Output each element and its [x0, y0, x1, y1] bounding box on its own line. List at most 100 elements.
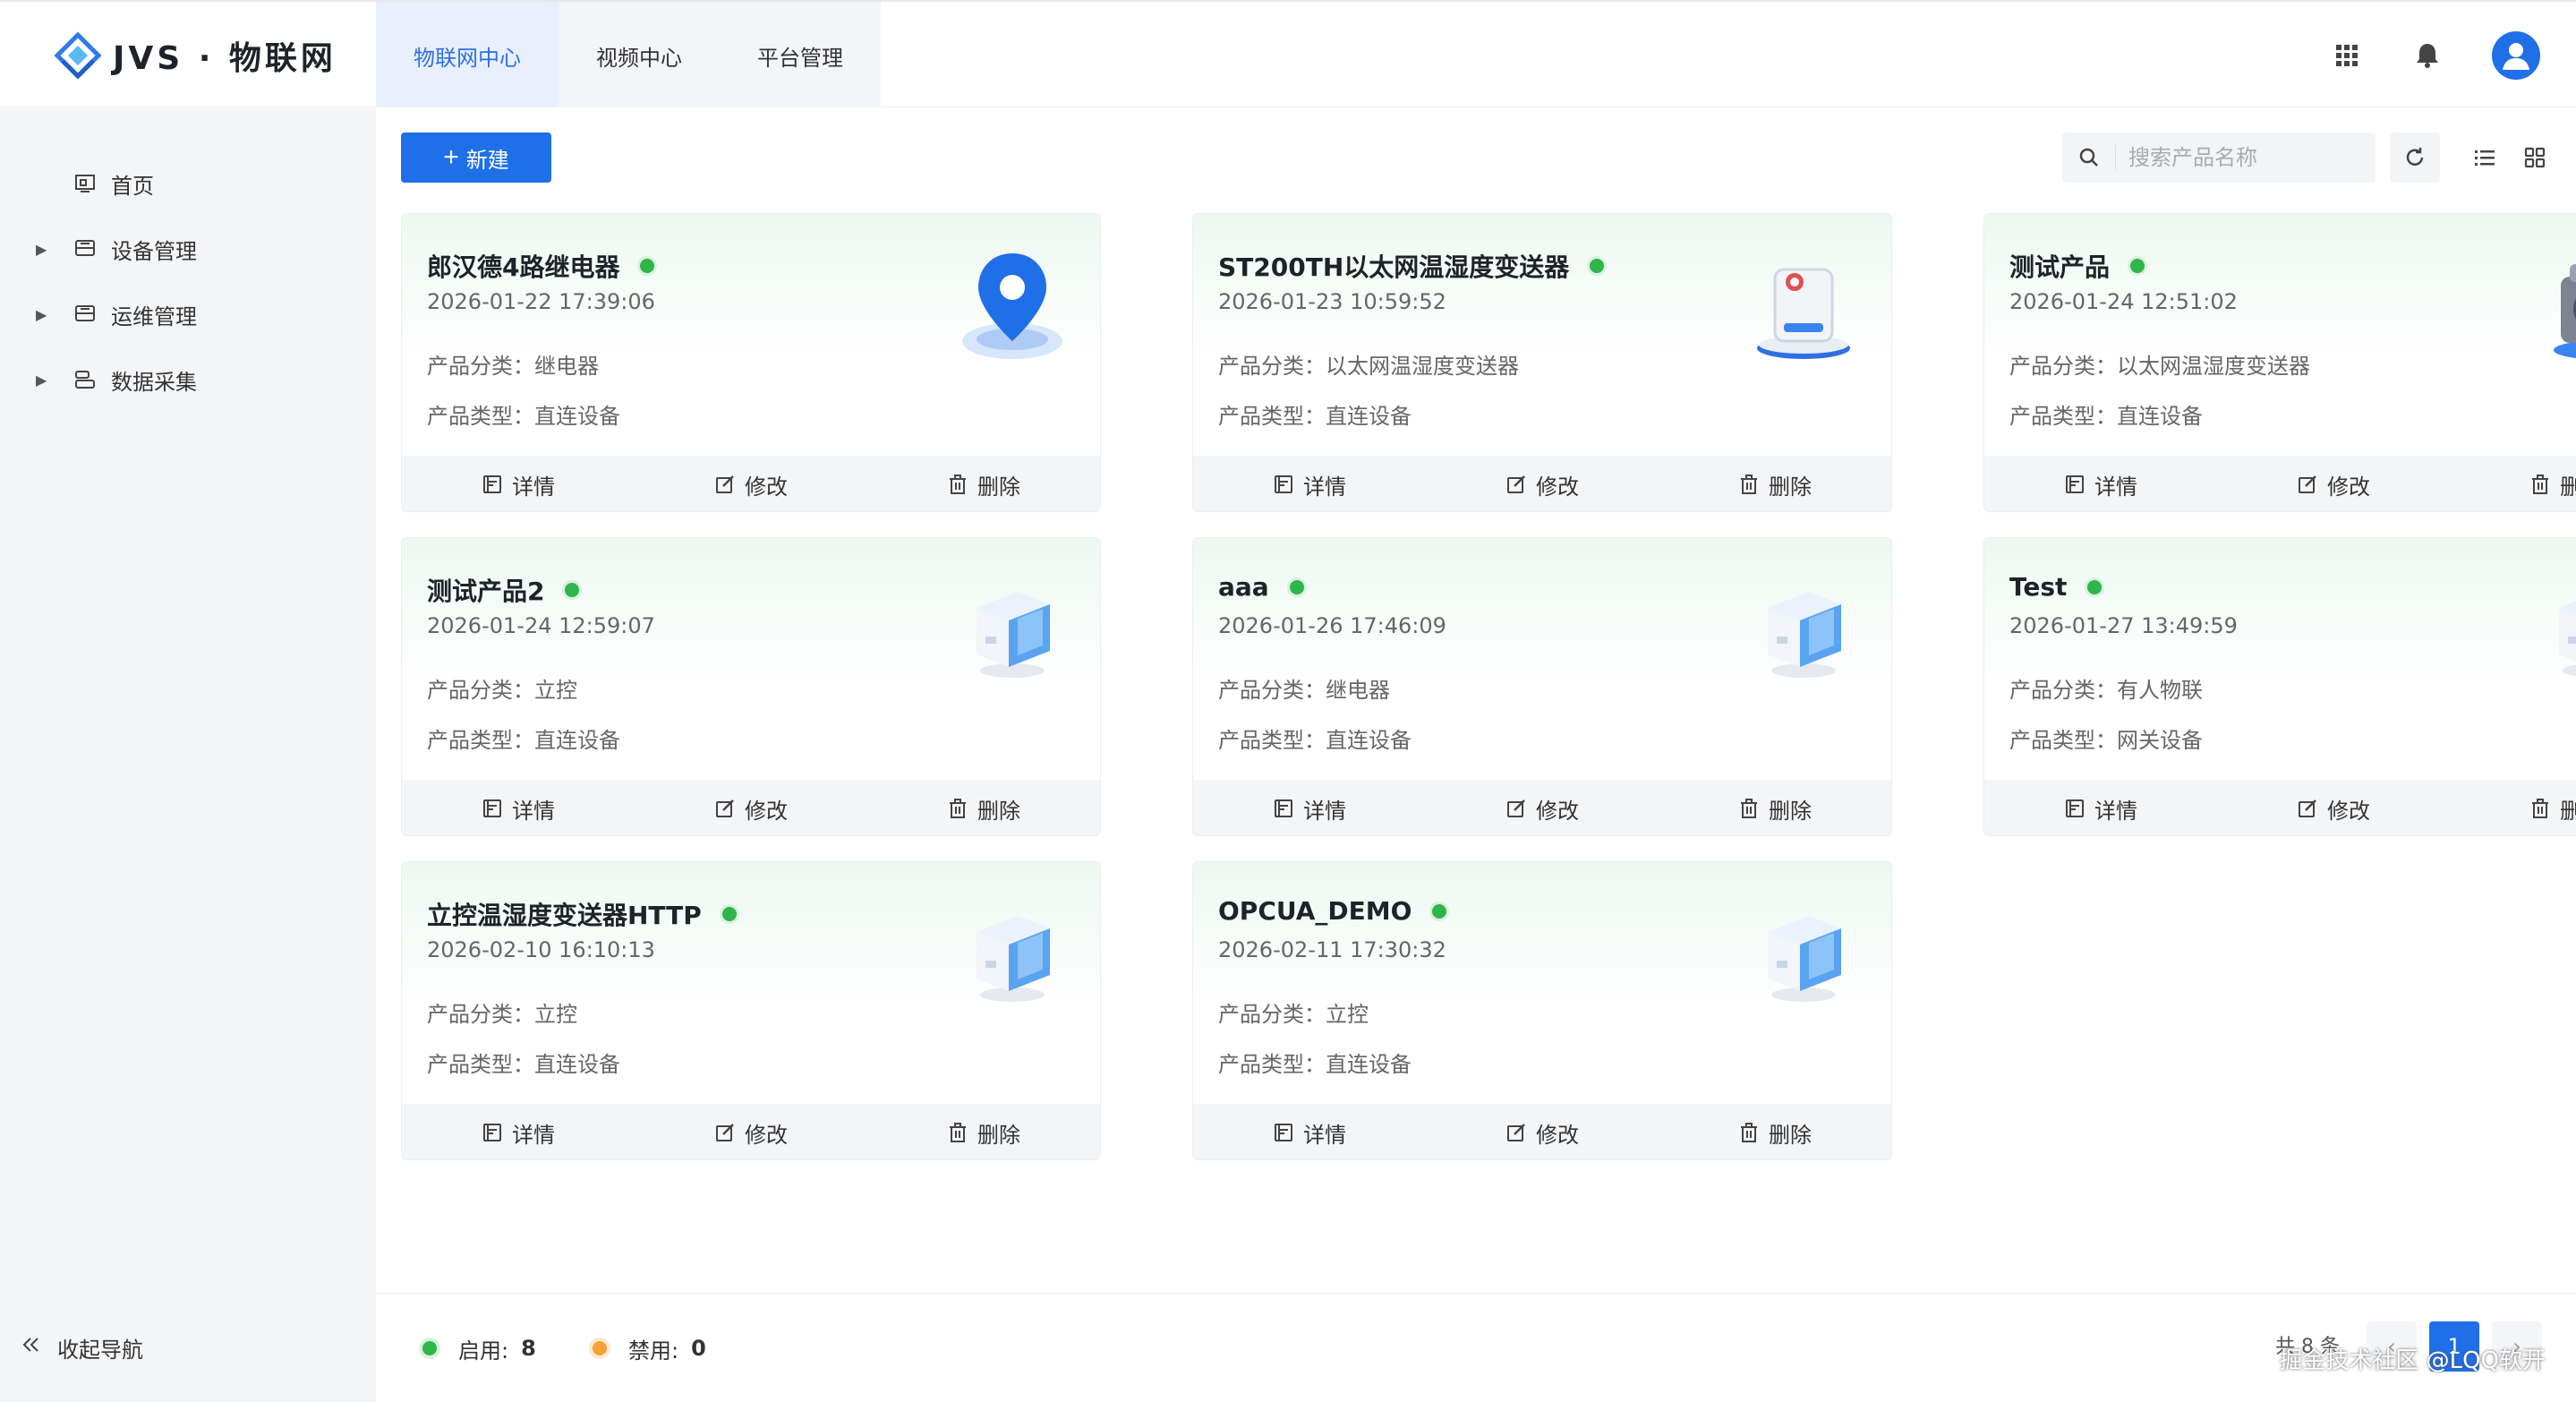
edit-label: 修改: [745, 798, 788, 824]
product-card[interactable]: 测试产品2 2026-01-24 12:59:07 产品分类：立控 产品类型：直…: [401, 537, 1101, 836]
edit-icon: [716, 799, 734, 817]
product-name[interactable]: 测试产品2: [427, 572, 583, 608]
tab-iot-center[interactable]: 物联网中心: [376, 2, 559, 109]
search-input[interactable]: [2116, 145, 2367, 170]
disabled-count: 0: [691, 1336, 706, 1361]
edit-button[interactable]: 修改: [1426, 780, 1659, 835]
edit-label: 修改: [745, 1122, 788, 1148]
maintenance-icon: [72, 301, 98, 328]
product-name-text: 郎汉德4路继电器: [427, 252, 620, 282]
detail-icon: [2066, 799, 2084, 817]
sidebar-item-data-collection[interactable]: ▶ 数据采集: [36, 357, 197, 402]
device-icon: [72, 235, 98, 262]
product-image: [950, 889, 1075, 1014]
sidebar-item-device-management[interactable]: ▶ 设备管理: [36, 227, 197, 271]
sidebar-item-maintenance[interactable]: ▶ 运维管理: [36, 292, 197, 337]
delete-button[interactable]: 删除: [867, 1104, 1100, 1159]
edit-label: 修改: [2327, 474, 2370, 500]
product-card[interactable]: 郎汉德4路继电器 2026-01-22 17:39:06 产品分类：继电器 产品…: [401, 213, 1101, 512]
detail-button[interactable]: 详情: [1984, 456, 2217, 511]
grid-apps-icon[interactable]: [2331, 39, 2363, 72]
edit-button[interactable]: 修改: [635, 456, 867, 511]
product-card[interactable]: Test 2026-01-27 13:49:59 产品分类：有人物联 产品类型：…: [1983, 537, 2576, 836]
product-card[interactable]: aaa 2026-01-26 17:46:09 产品分类：继电器 产品类型：直连…: [1192, 537, 1892, 836]
delete-button[interactable]: 删除: [1659, 780, 1891, 835]
tab-video-center[interactable]: 视频中心: [559, 2, 720, 109]
collapse-nav-button[interactable]: 收起导航: [20, 1325, 143, 1370]
product-name[interactable]: 郎汉德4路继电器: [427, 248, 658, 284]
edit-button[interactable]: 修改: [635, 1104, 867, 1159]
grid-view-button[interactable]: [2510, 133, 2560, 183]
detail-label: 详情: [1303, 798, 1346, 824]
product-name[interactable]: ST200TH以太网温湿度变送器: [1218, 248, 1608, 284]
detail-button[interactable]: 详情: [402, 780, 635, 835]
product-card[interactable]: OPCUA_DEMO 2026-02-11 17:30:32 产品分类：立控 产…: [1192, 861, 1892, 1160]
detail-button[interactable]: 详情: [402, 456, 635, 511]
status-enabled-dot: [719, 904, 739, 924]
product-image: [1741, 241, 1866, 366]
list-view-icon: [2475, 150, 2495, 166]
home-icon: [72, 170, 98, 197]
detail-label: 详情: [2094, 798, 2137, 824]
user-avatar-icon[interactable]: [2492, 31, 2540, 80]
detail-button[interactable]: 详情: [1193, 456, 1426, 511]
app-logo[interactable]: JVS · 物联网: [54, 29, 337, 82]
product-created-time: 2026-02-11 17:30:32: [1218, 937, 1446, 962]
new-product-button[interactable]: + 新建: [401, 133, 551, 183]
delete-button[interactable]: 删除: [2450, 780, 2576, 835]
detail-icon: [1275, 475, 1292, 493]
delete-button[interactable]: 删除: [2450, 456, 2576, 511]
product-category: 产品分类：以太网温湿度变送器: [2009, 354, 2310, 379]
sidebar-item-home[interactable]: 首页: [36, 161, 154, 206]
product-name[interactable]: Test: [2009, 572, 2105, 602]
plus-icon: +: [443, 142, 459, 172]
product-created-time: 2026-02-10 16:10:13: [427, 937, 655, 962]
header-actions: [2331, 29, 2540, 82]
detail-icon: [483, 475, 501, 493]
delete-label: 删除: [977, 1122, 1020, 1148]
detail-button[interactable]: 详情: [1984, 780, 2217, 835]
product-name[interactable]: aaa: [1218, 572, 1307, 602]
enabled-label: 启用:: [458, 1338, 509, 1364]
product-card[interactable]: ST200TH以太网温湿度变送器 2026-01-23 10:59:52 产品分…: [1192, 213, 1892, 512]
product-name[interactable]: 测试产品: [2009, 248, 2148, 284]
product-name[interactable]: 立控温湿度变送器HTTP: [427, 896, 739, 932]
edit-label: 修改: [745, 474, 788, 500]
product-category: 产品分类：有人物联: [2009, 678, 2203, 703]
search-icon[interactable]: [2062, 145, 2116, 170]
product-created-time: 2026-01-24 12:51:02: [2009, 289, 2238, 314]
edit-button[interactable]: 修改: [1426, 456, 1659, 511]
refresh-button[interactable]: [2390, 133, 2440, 183]
edit-icon: [1507, 475, 1525, 493]
edit-button[interactable]: 修改: [1426, 1104, 1659, 1159]
detail-button[interactable]: 详情: [402, 1104, 635, 1159]
product-category: 产品分类：立控: [427, 1002, 577, 1027]
detail-label: 详情: [512, 474, 555, 500]
edit-icon: [2299, 475, 2316, 493]
edit-button[interactable]: 修改: [2217, 456, 2450, 511]
product-name-text: OPCUA_DEMO: [1218, 896, 1412, 926]
product-card[interactable]: 立控温湿度变送器HTTP 2026-02-10 16:10:13 产品分类：立控…: [401, 861, 1101, 1160]
detail-label: 详情: [1303, 1122, 1346, 1148]
status-enabled-dot: [2085, 577, 2105, 597]
detail-button[interactable]: 详情: [1193, 1104, 1426, 1159]
product-image: [2532, 241, 2576, 366]
enabled-dot: [419, 1338, 440, 1359]
status-enabled-dot: [637, 256, 658, 276]
edit-button[interactable]: 修改: [2217, 780, 2450, 835]
status-enabled-dot: [1429, 901, 1450, 921]
trash-icon: [2532, 474, 2548, 494]
edit-button[interactable]: 修改: [635, 780, 867, 835]
product-card[interactable]: 测试产品 2026-01-24 12:51:02 产品分类：以太网温湿度变送器 …: [1983, 213, 2576, 512]
bell-icon[interactable]: [2411, 39, 2444, 72]
list-view-button[interactable]: [2460, 133, 2510, 183]
delete-button[interactable]: 删除: [1659, 456, 1891, 511]
delete-button[interactable]: 删除: [1659, 1104, 1891, 1159]
delete-button[interactable]: 删除: [867, 456, 1100, 511]
delete-button[interactable]: 删除: [867, 780, 1100, 835]
detail-button[interactable]: 详情: [1193, 780, 1426, 835]
product-name[interactable]: OPCUA_DEMO: [1218, 896, 1450, 926]
detail-icon: [1275, 1124, 1292, 1141]
tab-platform-management[interactable]: 平台管理: [720, 2, 881, 109]
caret-right-icon: ▶: [36, 371, 47, 389]
